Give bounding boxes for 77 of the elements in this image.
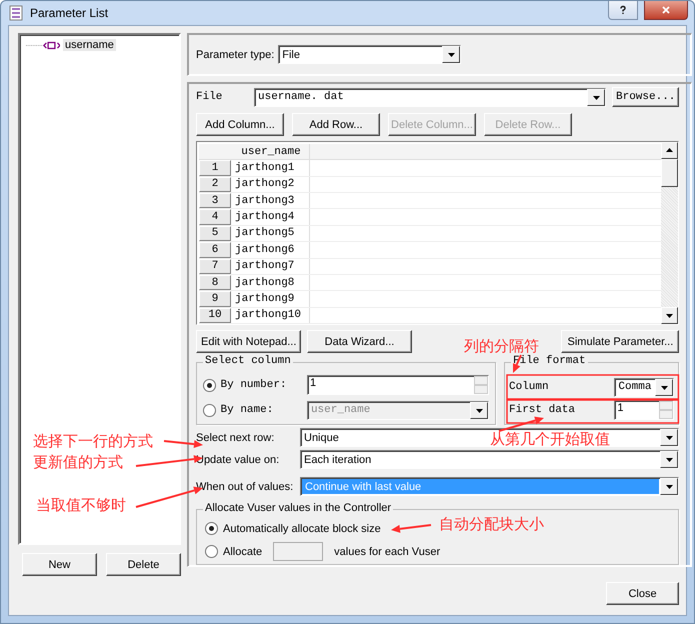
label: First data bbox=[509, 404, 576, 416]
label: Allocate bbox=[223, 546, 262, 558]
column-header[interactable]: user_name bbox=[233, 144, 310, 160]
table-cell: jarthong7 bbox=[233, 258, 310, 274]
table-cell: jarthong2 bbox=[233, 176, 310, 192]
button[interactable]: Edit with Notepad... bbox=[196, 330, 301, 353]
spin-field[interactable]: 1 bbox=[614, 400, 674, 420]
dropdown[interactable]: username. dat bbox=[254, 88, 606, 106]
row-header[interactable]: 4 bbox=[199, 209, 231, 225]
row-header[interactable]: 2 bbox=[199, 176, 231, 192]
row-header[interactable]: 10 bbox=[199, 308, 231, 323]
down-arrow-icon bbox=[665, 311, 674, 320]
table-cell: jarthong4 bbox=[233, 209, 310, 225]
dropdown-arrow-icon bbox=[664, 455, 674, 464]
annotation: 当取值不够时 bbox=[36, 496, 126, 515]
scrollbar[interactable] bbox=[661, 142, 678, 324]
annotation: 选择下一行的方式 bbox=[33, 432, 153, 451]
help-button[interactable] bbox=[608, 0, 638, 20]
close-button[interactable] bbox=[644, 0, 688, 20]
label: Parameter type: bbox=[196, 48, 274, 60]
button[interactable]: Add Row... bbox=[292, 113, 380, 136]
label: Automatically allocate block size bbox=[223, 522, 381, 534]
button[interactable]: New bbox=[22, 553, 97, 576]
button[interactable]: Add Column... bbox=[196, 113, 284, 136]
table-cell: jarthong1 bbox=[233, 160, 310, 176]
tree-item[interactable]: username bbox=[63, 39, 116, 51]
button[interactable]: Simulate Parameter... bbox=[561, 330, 680, 353]
table-cell: jarthong10 bbox=[233, 308, 310, 323]
list-icon bbox=[8, 5, 24, 21]
radio-button[interactable] bbox=[205, 522, 218, 535]
row-header[interactable]: 6 bbox=[199, 242, 231, 258]
table-cell: jarthong6 bbox=[233, 242, 310, 258]
annotation-arrow bbox=[164, 440, 203, 448]
button[interactable]: Data Wizard... bbox=[307, 330, 412, 353]
label: By name: bbox=[220, 404, 274, 416]
annotation: 从第几个开始取值 bbox=[490, 430, 610, 449]
dropdown-arrow-icon bbox=[446, 50, 456, 59]
spin-field[interactable]: 1 bbox=[306, 375, 489, 395]
table-cell: jarthong8 bbox=[233, 274, 310, 290]
button[interactable]: Browse... bbox=[612, 87, 680, 107]
scroll-thumb[interactable] bbox=[661, 159, 678, 187]
label: values for each Vuser bbox=[334, 546, 440, 558]
annotation-arrow bbox=[498, 416, 544, 432]
radio-button[interactable] bbox=[203, 404, 216, 416]
annotation: 更新值的方式 bbox=[33, 453, 123, 472]
row-header[interactable]: 3 bbox=[199, 193, 231, 208]
label: Column bbox=[509, 381, 549, 393]
annotation-arrow bbox=[391, 524, 432, 533]
parameter-icon bbox=[26, 40, 60, 50]
row-header[interactable]: 9 bbox=[199, 291, 231, 307]
label: Select next row: bbox=[196, 432, 276, 444]
row-header[interactable]: 1 bbox=[199, 160, 231, 176]
row-header[interactable]: 7 bbox=[199, 258, 231, 274]
label: File bbox=[196, 91, 224, 103]
dropdown[interactable]: Comma bbox=[614, 378, 674, 396]
dropdown[interactable]: File bbox=[278, 45, 462, 64]
close-icon bbox=[661, 4, 671, 14]
annotation: 自动分配块大小 bbox=[439, 515, 544, 534]
input-field[interactable] bbox=[273, 542, 324, 561]
row-header[interactable]: 8 bbox=[199, 274, 231, 290]
button[interactable]: Close bbox=[606, 582, 679, 605]
label: By number: bbox=[220, 379, 288, 391]
table-cell: jarthong3 bbox=[233, 193, 310, 208]
dropdown-arrow-icon bbox=[664, 433, 674, 442]
annotation: 列的分隔符 bbox=[464, 337, 539, 355]
button[interactable]: Delete bbox=[106, 553, 181, 576]
window-title: Parameter List bbox=[30, 6, 110, 20]
radio-button[interactable] bbox=[203, 378, 216, 392]
row-header[interactable]: 5 bbox=[199, 226, 231, 242]
table-cell: jarthong9 bbox=[233, 291, 310, 307]
help-icon bbox=[618, 4, 628, 14]
group-title: Allocate Vuser values in the Controller bbox=[203, 502, 394, 514]
up-arrow-icon bbox=[665, 146, 674, 155]
dropdown[interactable]: Each iteration bbox=[300, 450, 680, 469]
table-cell: jarthong5 bbox=[233, 226, 310, 242]
dropdown-arrow-icon bbox=[664, 482, 674, 491]
radio-button[interactable] bbox=[205, 545, 218, 558]
